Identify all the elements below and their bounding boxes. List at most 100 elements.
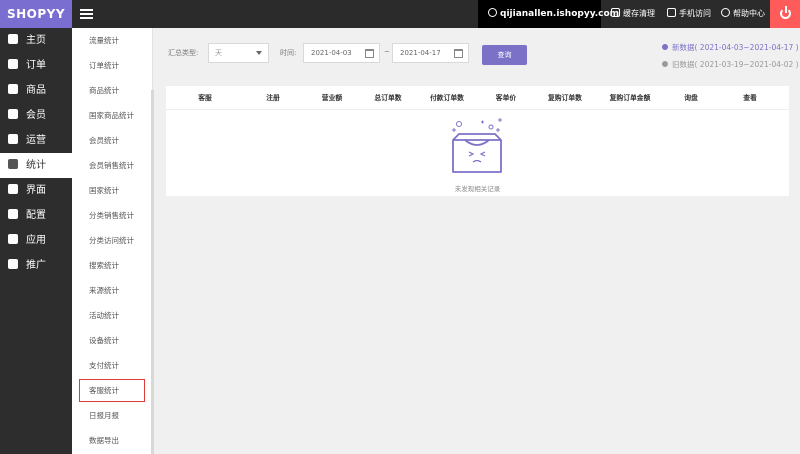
subnav-item-2[interactable]: 商品统计 (72, 78, 152, 103)
subnav-item-6[interactable]: 国家统计 (72, 178, 152, 203)
mainnav-item-2[interactable]: 商品 (0, 78, 72, 103)
mobile-access-link[interactable]: 手机访问 (667, 0, 711, 28)
subnav-item-13[interactable]: 支付统计 (72, 353, 152, 378)
subnav-item-10[interactable]: 来源统计 (72, 278, 152, 303)
shopyy-logo[interactable]: SHOPYY (0, 0, 72, 28)
col-header-service: 客服 (198, 94, 212, 102)
col-header-revenue: 营业额 (321, 94, 343, 102)
mainnav-item-7[interactable]: 配置 (0, 203, 72, 228)
mainnav-label: 会员 (26, 110, 46, 121)
subnav-item-16[interactable]: 数据导出 (72, 428, 152, 453)
start-date-input[interactable]: 2021-04-03 (303, 43, 380, 63)
legend-new-label: 新数据 (672, 43, 695, 52)
legend-old-label: 旧数据 (672, 60, 695, 69)
gear-icon (8, 209, 18, 219)
mainnav-item-3[interactable]: 会员 (0, 103, 72, 128)
mainnav-item-9[interactable]: 推广 (0, 253, 72, 278)
end-date-value: 2021-04-17 (400, 49, 441, 57)
subnav-item-15[interactable]: 日报月报 (72, 403, 152, 428)
user-icon (8, 109, 18, 119)
mainnav-item-0[interactable]: 主页 (0, 28, 72, 53)
send-icon (8, 259, 18, 269)
legend-old-data[interactable]: 旧数据( 2021-03-19~2021-04-02 ) (662, 59, 799, 70)
mainnav-label: 应用 (26, 235, 46, 246)
chart-icon (8, 159, 18, 169)
store-domain-text: qijianallen.ishopyy.com (500, 9, 620, 19)
help-center-label: 帮助中心 (733, 9, 765, 18)
subnav-item-8[interactable]: 分类访问统计 (72, 228, 152, 253)
trash-icon (611, 8, 620, 17)
puzzle-icon (8, 234, 18, 244)
date-separator: ~ (384, 48, 390, 56)
help-center-link[interactable]: 帮助中心 (721, 0, 765, 28)
mobile-icon (667, 8, 676, 17)
mainnav-label: 商品 (26, 85, 46, 96)
empty-state: 未发现相关记录 (166, 114, 789, 194)
subnav-item-3[interactable]: 国家商品统计 (72, 103, 152, 128)
calendar-icon[interactable] (454, 49, 463, 58)
col-header-register: 注册 (266, 94, 280, 102)
top-bar: SHOPYY qijianallen.ishopyy.com 缓存清理 手机访问… (0, 0, 800, 28)
service-stats-table: 客服 注册 营业额 总订单数 付款订单数 客单价 复购订单数 复购订单金额 询盘… (166, 86, 789, 196)
mainnav-label: 推广 (26, 260, 46, 271)
mainnav-label: 运营 (26, 135, 46, 146)
mobile-access-label: 手机访问 (679, 9, 711, 18)
table-header: 客服 注册 营业额 总订单数 付款订单数 客单价 复购订单数 复购订单金额 询盘… (166, 86, 789, 110)
megaphone-icon (8, 134, 18, 144)
mainnav-item-5[interactable]: 统计 (0, 153, 72, 178)
globe-icon (488, 8, 497, 17)
subnav-item-9[interactable]: 搜索统计 (72, 253, 152, 278)
subnav-item-7[interactable]: 分类销售统计 (72, 203, 152, 228)
subnav-item-0[interactable]: 流量统计 (72, 28, 152, 53)
col-header-paid-orders: 付款订单数 (430, 94, 464, 102)
subnav-item-1[interactable]: 订单统计 (72, 53, 152, 78)
summary-type-select[interactable]: 天 (208, 43, 269, 63)
col-header-repeat-orders: 复购订单数 (548, 94, 582, 102)
mainnav-label: 主页 (26, 35, 46, 46)
end-date-input[interactable]: 2021-04-17 (392, 43, 469, 63)
col-header-total-orders: 总订单数 (374, 94, 402, 102)
summary-type-label: 汇总类型: (168, 49, 199, 57)
empty-box-icon (452, 118, 502, 173)
store-domain-link[interactable]: qijianallen.ishopyy.com (478, 0, 619, 28)
mainnav-item-1[interactable]: 订单 (0, 53, 72, 78)
cache-clear-link[interactable]: 缓存清理 (611, 0, 655, 28)
col-header-inquiry: 询盘 (684, 94, 698, 102)
menu-toggle-icon[interactable] (80, 7, 93, 21)
col-header-avg-order: 客单价 (495, 94, 517, 102)
stats-subnav: 流量统计 订单统计 商品统计 国家商品统计 会员统计 会员销售统计 国家统计 分类销售统计 分类… (72, 28, 154, 454)
subnav-scrollbar[interactable] (151, 90, 154, 454)
mainnav-label: 配置 (26, 210, 46, 221)
layout-icon (8, 184, 18, 194)
chevron-down-icon (256, 51, 262, 55)
subnav-item-4[interactable]: 会员统计 (72, 128, 152, 153)
cache-clear-label: 缓存清理 (623, 9, 655, 18)
legend-dot-new (662, 44, 668, 50)
start-date-value: 2021-04-03 (311, 49, 352, 57)
legend-dot-old (662, 61, 668, 67)
subnav-item-12[interactable]: 设备统计 (72, 328, 152, 353)
mainnav-label: 统计 (26, 160, 46, 171)
col-header-view: 查看 (743, 94, 757, 102)
col-header-repeat-amount: 复购订单金额 (609, 94, 651, 102)
subnav-item-14[interactable]: 客服统计 (78, 378, 146, 403)
home-icon (8, 34, 18, 44)
mainnav-item-8[interactable]: 应用 (0, 228, 72, 253)
mainnav-item-4[interactable]: 运营 (0, 128, 72, 153)
legend-new-data[interactable]: 新数据( 2021-04-03~2021-04-17 ) (662, 42, 799, 53)
mainnav-item-6[interactable]: 界面 (0, 178, 72, 203)
time-label: 时间: (280, 49, 297, 57)
main-nav: 主页订单商品会员运营统计界面配置应用推广 (0, 28, 72, 454)
query-button[interactable]: 查询 (482, 45, 527, 65)
logout-button[interactable] (770, 0, 800, 28)
power-icon-bar (784, 6, 787, 13)
calendar-icon[interactable] (365, 49, 374, 58)
order-icon (8, 59, 18, 69)
subnav-item-5[interactable]: 会员销售统计 (72, 153, 152, 178)
help-icon (721, 8, 730, 17)
legend-new-range: ( 2021-04-03~2021-04-17 ) (694, 43, 799, 52)
empty-state-text: 未发现相关记录 (454, 185, 501, 193)
summary-type-value: 天 (215, 49, 222, 57)
subnav-item-11[interactable]: 活动统计 (72, 303, 152, 328)
mainnav-label: 订单 (26, 60, 46, 71)
